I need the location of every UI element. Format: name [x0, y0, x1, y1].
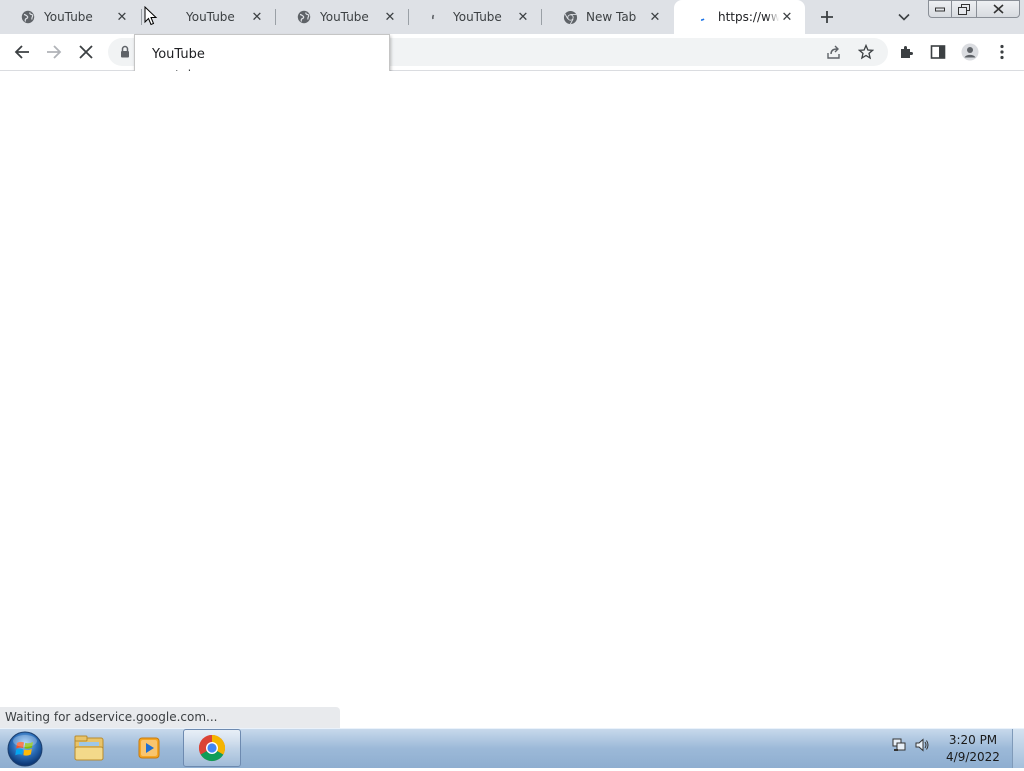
tab-title: New Tab	[586, 10, 637, 24]
profile-button[interactable]	[958, 40, 982, 64]
minimize-button[interactable]	[928, 0, 952, 18]
network-icon[interactable]	[890, 736, 908, 754]
new-tab-button[interactable]	[816, 6, 838, 28]
forward-button[interactable]	[42, 40, 66, 64]
close-icon[interactable]: ✕	[382, 9, 398, 25]
puzzle-icon	[901, 46, 913, 58]
arrow-left-icon	[14, 45, 29, 59]
menu-button[interactable]	[990, 40, 1014, 64]
tab-title: https://www.	[718, 10, 779, 24]
clock-time: 3:20 PM	[948, 733, 998, 747]
loading-spinner-icon	[694, 9, 710, 25]
tab-youtube-1[interactable]: YouTube ✕	[0, 0, 140, 34]
share-icon	[827, 45, 840, 59]
tab-title: YouTube	[186, 10, 235, 24]
side-panel-icon	[930, 45, 946, 59]
side-panel-button[interactable]	[926, 40, 950, 64]
close-icon[interactable]: ✕	[647, 9, 663, 25]
globe-icon	[296, 9, 312, 25]
tab-youtube-4[interactable]: YouTube ✕	[409, 0, 541, 34]
globe-icon	[20, 9, 36, 25]
clock-date: 4/9/2022	[946, 750, 1000, 764]
chrome-icon	[198, 734, 226, 762]
taskbar-explorer[interactable]	[60, 729, 118, 767]
tab-youtube-3[interactable]: YouTube ✕	[276, 0, 408, 34]
show-desktop-button[interactable]	[1012, 729, 1024, 768]
back-button[interactable]	[10, 40, 34, 64]
bookmark-button[interactable]	[854, 40, 878, 64]
star-icon	[858, 44, 874, 60]
restore-button[interactable]	[951, 0, 977, 18]
arrow-right-icon	[47, 45, 62, 59]
page-content	[0, 71, 1024, 707]
close-icon[interactable]: ✕	[779, 9, 795, 25]
loading-spinner-icon	[429, 9, 445, 25]
taskbar-media-player[interactable]	[120, 729, 178, 767]
close-icon[interactable]: ✕	[515, 9, 531, 25]
stop-icon	[79, 45, 93, 59]
mouse-cursor	[144, 5, 158, 26]
media-player-icon	[138, 737, 160, 759]
blank-favicon-icon	[162, 9, 178, 25]
avatar-icon	[961, 43, 979, 61]
tab-title: YouTube	[320, 10, 369, 24]
close-icon[interactable]: ✕	[249, 9, 265, 25]
system-clock[interactable]: 3:20 PM 4/9/2022	[938, 732, 1008, 766]
tab-youtube-2[interactable]: YouTube ✕	[142, 0, 275, 34]
start-button[interactable]	[6, 730, 46, 768]
kebab-menu-icon	[1000, 44, 1004, 60]
folder-icon	[74, 735, 104, 761]
volume-icon[interactable]	[913, 736, 931, 754]
chevron-down-icon	[898, 13, 910, 21]
tab-title: YouTube	[453, 10, 502, 24]
share-button[interactable]	[822, 40, 846, 64]
tab-title: YouTube	[44, 10, 93, 24]
chrome-icon	[562, 9, 578, 25]
extensions-button[interactable]	[894, 40, 918, 64]
tab-search-button[interactable]	[895, 8, 913, 26]
status-bubble: Waiting for adservice.google.com...	[0, 707, 340, 728]
tab-active[interactable]: https://www. ✕	[674, 0, 805, 34]
close-window-button[interactable]	[976, 0, 1020, 18]
taskbar-chrome[interactable]	[183, 729, 241, 767]
lock-icon[interactable]	[120, 45, 132, 59]
close-icon[interactable]: ✕	[114, 9, 130, 25]
hover-card-title: YouTube	[152, 47, 205, 62]
tab-new-tab[interactable]: New Tab ✕	[542, 0, 673, 34]
windows-orb-icon	[7, 731, 43, 767]
stop-loading-button[interactable]	[74, 40, 98, 64]
